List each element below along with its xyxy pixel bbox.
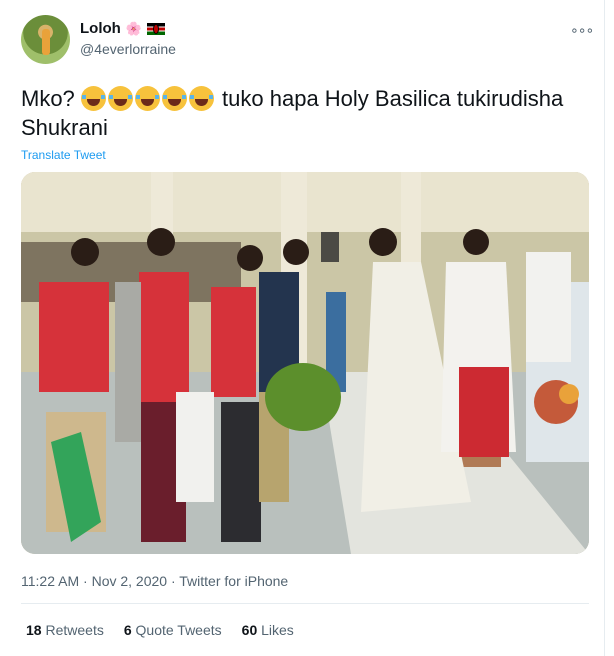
kenya-flag-icon — [147, 22, 166, 35]
tweet-stats: 18 Retweets 6 Quote Tweets 60 Likes — [26, 622, 294, 638]
tweet-meta: 11:22 AM · Nov 2, 2020 · Twitter for iPh… — [21, 573, 288, 589]
laughing-emoji-icon — [134, 86, 160, 111]
avatar-figure — [42, 29, 50, 55]
quote-tweets-count: 6 — [123, 622, 132, 638]
user-handle[interactable]: @4everlorraine — [80, 41, 176, 57]
likes-stat[interactable]: 60 Likes — [242, 622, 294, 638]
quote-tweets-stat[interactable]: 6 Quote Tweets — [124, 622, 222, 638]
tweet-card: Loloh 🌸 @4everlorraine ∘∘∘ Mko? tuko hap… — [0, 0, 614, 656]
tweet-time[interactable]: 11:22 AM — [21, 573, 79, 589]
translate-tweet-link[interactable]: Translate Tweet — [21, 148, 106, 162]
laughing-emoji-icon — [107, 86, 133, 111]
tweet-date[interactable]: Nov 2, 2020 — [92, 573, 168, 589]
retweets-label: Retweets — [45, 622, 104, 638]
laugh-emoji-group — [80, 86, 222, 111]
laughing-emoji-icon — [188, 86, 214, 111]
tweet-text: Mko? tuko hapa Holy Basilica tukirudisha… — [21, 84, 581, 142]
church-photo-illustration — [21, 172, 589, 554]
likes-count: 60 — [241, 622, 258, 638]
likes-label: Likes — [261, 622, 294, 638]
quote-tweets-label: Quote Tweets — [135, 622, 222, 638]
avatar[interactable] — [21, 15, 70, 64]
tweet-text-prefix: Mko? — [21, 86, 75, 111]
divider — [21, 603, 589, 604]
card-border — [604, 0, 605, 656]
retweets-count: 18 — [26, 622, 42, 638]
meta-separator: · — [83, 573, 88, 589]
display-name-row[interactable]: Loloh 🌸 — [80, 20, 166, 37]
retweets-stat[interactable]: 18 Retweets — [26, 622, 104, 638]
laughing-emoji-icon — [161, 86, 187, 111]
laughing-emoji-icon — [80, 86, 106, 111]
display-name[interactable]: Loloh — [80, 20, 121, 37]
flower-emoji-icon: 🌸 — [125, 20, 143, 36]
more-options-icon[interactable]: ∘∘∘ — [570, 22, 594, 39]
meta-separator: · — [170, 573, 176, 589]
tweet-photo[interactable] — [21, 172, 589, 554]
tweet-source[interactable]: Twitter for iPhone — [179, 573, 288, 589]
